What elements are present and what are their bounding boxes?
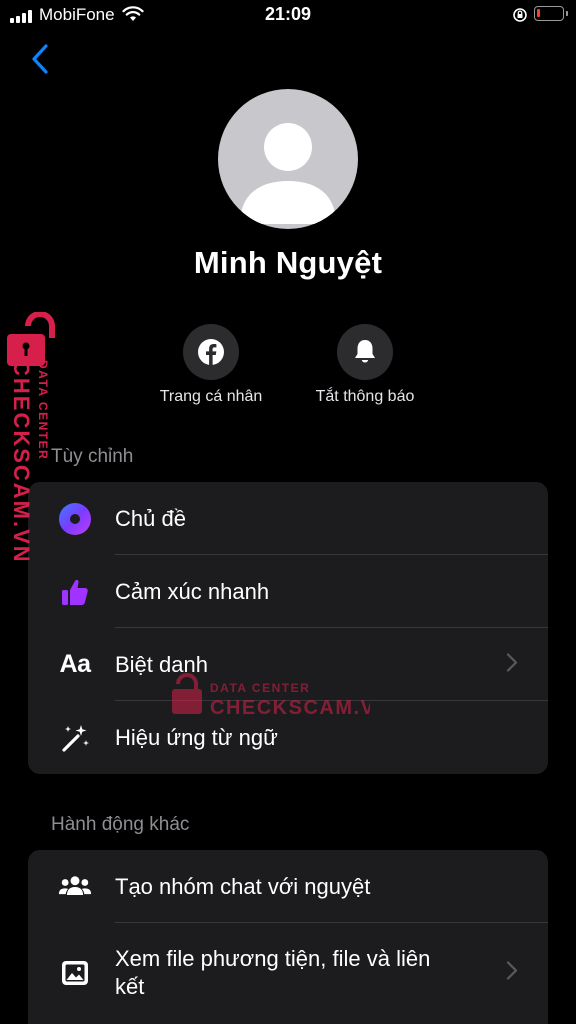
svg-text:CHECKSCAM.VN: CHECKSCAM.VN xyxy=(210,697,370,719)
back-button[interactable] xyxy=(24,40,58,78)
group-icon xyxy=(58,870,92,904)
chevron-left-icon xyxy=(32,44,48,74)
section-title-other-actions: Hành động khác xyxy=(51,814,190,835)
mute-notifications-label: Tắt thông báo xyxy=(315,388,415,405)
screen: MobiFone 21:09 Minh Nguyệt Trang cá nhân… xyxy=(0,0,576,1024)
mute-notifications-circle xyxy=(337,324,393,380)
menu-item-create-group-label: Tạo nhóm chat với nguyệt xyxy=(115,873,371,899)
image-icon xyxy=(58,956,92,990)
profile-page-label: Trang cá nhân xyxy=(159,388,263,405)
magic-wand-icon xyxy=(58,721,92,755)
clock: 21:09 xyxy=(264,4,312,24)
profile-page-circle xyxy=(183,324,239,380)
rotation-lock-icon xyxy=(512,7,528,28)
status-bar: MobiFone 21:09 xyxy=(0,0,576,30)
battery-level xyxy=(537,9,540,17)
avatar[interactable] xyxy=(218,89,358,229)
default-avatar-icon xyxy=(240,123,336,224)
battery-icon xyxy=(534,6,568,21)
menu-item-create-group[interactable]: Tạo nhóm chat với nguyệt xyxy=(28,850,548,923)
svg-text:DATA CENTER: DATA CENTER xyxy=(36,360,50,460)
watermark-side: CHECKSCAM.VN DATA CENTER xyxy=(4,311,64,562)
chevron-right-icon xyxy=(506,652,518,677)
other-actions-card: Tạo nhóm chat với nguyệt Xem file phương… xyxy=(28,850,548,1024)
nickname-icon: Aa xyxy=(58,648,92,682)
menu-item-view-media[interactable]: Xem file phương tiện, file và liên kết xyxy=(28,923,548,1023)
nickname-icon-text: Aa xyxy=(59,650,91,678)
svg-text:DATA CENTER: DATA CENTER xyxy=(210,681,310,695)
watermark-side-text: CHECKSCAM.VN DATA CENTER xyxy=(9,360,50,560)
menu-item-quick-reaction[interactable]: Cảm xúc nhanh xyxy=(28,555,548,628)
menu-item-word-effects-label: Hiệu ứng từ ngữ xyxy=(115,724,278,750)
thumbs-up-icon xyxy=(58,575,92,609)
watermark-center: DATA CENTER CHECKSCAM.VN xyxy=(170,670,390,720)
customize-card: Chủ đề Cảm xúc nhanh Aa Biệt danh Hiệu ứ… xyxy=(28,482,548,774)
menu-item-theme[interactable]: Chủ đề xyxy=(28,482,548,555)
facebook-icon xyxy=(198,339,224,365)
chevron-right-icon xyxy=(506,961,518,986)
svg-text:CHECKSCAM.VN: CHECKSCAM.VN xyxy=(9,360,34,560)
profile-name: Minh Nguyệt xyxy=(193,245,383,280)
menu-item-view-media-label: Xem file phương tiện, file và liên kết xyxy=(115,946,431,999)
bell-icon xyxy=(355,340,375,363)
mute-notifications-button[interactable]: Tắt thông báo xyxy=(285,324,445,406)
profile-page-button[interactable]: Trang cá nhân xyxy=(131,324,291,406)
menu-item-quick-reaction-label: Cảm xúc nhanh xyxy=(115,578,270,604)
menu-item-theme-label: Chủ đề xyxy=(115,505,186,531)
